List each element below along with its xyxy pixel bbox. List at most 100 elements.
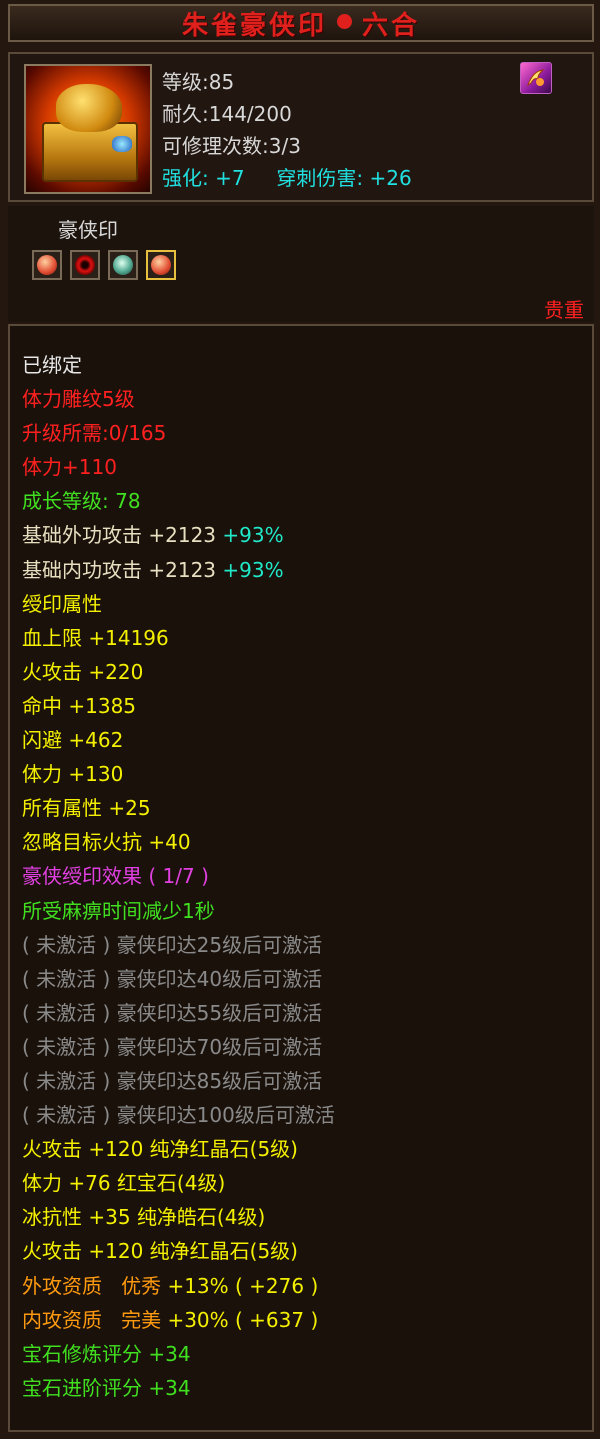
level-row: 等级:85 — [162, 66, 412, 98]
attr-value: +14196 — [88, 625, 169, 650]
int-quality-row: 内攻资质 完美 +30% ( +637 ) — [22, 1303, 335, 1337]
gem-attr-value: +120 — [88, 1137, 144, 1162]
ext-quality-pct: +13% — [167, 1273, 229, 1298]
base-ext-pct: +93% — [222, 523, 284, 548]
attr-label: 命中 — [22, 693, 62, 718]
int-quality-bonus: ( +637 ) — [235, 1307, 319, 1332]
red-swirl-icon[interactable] — [70, 250, 100, 280]
engrave-level: 体力雕纹5级 — [22, 387, 135, 412]
gem-attr-value: +35 — [88, 1205, 131, 1230]
enhance-value: +7 — [215, 166, 245, 190]
effect-inactive: ( 未激活 ) 豪侠印达100级后可激活 — [22, 1103, 335, 1128]
peach-orb-icon[interactable] — [32, 250, 62, 280]
base-ext-value: +2123 — [148, 523, 217, 548]
attr-label: 忽略目标火抗 — [22, 830, 142, 855]
gem-name: 纯净红晶石(5级) — [149, 1239, 298, 1264]
attr-label: 火攻击 — [22, 659, 82, 684]
seal-attr-title: 绶印属性 — [22, 591, 102, 616]
ext-quality-bonus: ( +276 ) — [235, 1273, 319, 1298]
int-quality-pct: +30% — [167, 1307, 229, 1332]
attr-value: +130 — [68, 762, 124, 787]
gem-name: 纯净红晶石(5级) — [149, 1137, 298, 1162]
ext-quality-row: 外攻资质 优秀 +13% ( +276 ) — [22, 1269, 335, 1303]
item-portrait — [24, 64, 152, 194]
effect-inactive: ( 未激活 ) 豪侠印达40级后可激活 — [22, 966, 323, 991]
attr-row: 体力 +130 — [22, 757, 335, 791]
effect-inactive: ( 未激活 ) 豪侠印达85级后可激活 — [22, 1068, 323, 1093]
seal-top-icon — [56, 84, 122, 132]
effect-title-label: 豪侠绶印效果 — [22, 864, 142, 889]
attr-row: 火攻击 +220 — [22, 655, 335, 689]
effect-inactive: ( 未激活 ) 豪侠印达70级后可激活 — [22, 1034, 323, 1059]
repair-label: 可修理次数 — [162, 134, 262, 158]
durability-row: 耐久:144/200 — [162, 98, 412, 130]
gem-advance-value: +34 — [148, 1375, 191, 1400]
gem-attr-value: +120 — [88, 1239, 144, 1264]
attr-label: 所有属性 — [22, 796, 102, 821]
durability-label: 耐久 — [162, 102, 202, 126]
item-suffix: 六合 — [362, 10, 421, 41]
attr-value: +25 — [108, 796, 151, 821]
gem-attr-label: 火攻击 — [22, 1239, 82, 1264]
int-quality-grade: 完美 — [121, 1307, 162, 1332]
attr-value: +1385 — [68, 693, 137, 718]
attr-row: 所有属性 +25 — [22, 791, 335, 825]
set-icons — [32, 250, 176, 280]
repair-row: 可修理次数:3/3 — [162, 130, 412, 162]
gem-name: 红宝石(4级) — [116, 1171, 226, 1196]
pierce-label: 穿刺伤害: — [276, 166, 364, 190]
gem-refine-value: +34 — [148, 1341, 191, 1366]
gem-row: 体力 +76 红宝石(4级) — [22, 1166, 335, 1200]
durability-value: :144/200 — [202, 102, 292, 126]
growth-value: 78 — [115, 489, 141, 514]
gem-attr-label: 体力 — [22, 1171, 62, 1196]
detail-lines: 已绑定 体力雕纹5级 升级所需:0/165 体力+110 成长等级: 78 基础… — [22, 348, 335, 1405]
level-label: 等级 — [162, 70, 202, 94]
engrave-stamina: 体力+110 — [22, 455, 117, 480]
attr-value: +220 — [88, 659, 144, 684]
item-details: 已绑定 体力雕纹5级 升级所需:0/165 体力+110 成长等级: 78 基础… — [8, 324, 594, 1432]
base-ext-attack: 基础外功攻击 +2123 +93% — [22, 518, 335, 552]
int-quality-label: 内攻资质 — [22, 1307, 102, 1332]
effect-inactive: ( 未激活 ) 豪侠印达25级后可激活 — [22, 932, 323, 957]
attr-label: 闪避 — [22, 728, 62, 753]
upgrade-requirement: 升级所需:0/165 — [22, 421, 167, 446]
rarity-label: 贵重 — [544, 298, 584, 322]
peach-orb-icon[interactable] — [146, 250, 176, 280]
base-int-pct: +93% — [222, 557, 284, 582]
ext-quality-label: 外攻资质 — [22, 1273, 102, 1298]
attr-row: 命中 +1385 — [22, 689, 335, 723]
effect-active: 所受麻痹时间减少1秒 — [22, 898, 215, 923]
base-int-value: +2123 — [148, 557, 217, 582]
item-tooltip: 朱雀豪侠印 六合 等级:85 耐久:144/200 可修理次数:3/3 强化: … — [0, 0, 600, 1439]
gem-attr-label: 火攻击 — [22, 1137, 82, 1162]
base-int-label: 基础内功攻击 — [22, 557, 142, 582]
set-name: 豪侠印 — [58, 218, 118, 242]
item-header: 等级:85 耐久:144/200 可修理次数:3/3 强化: +7 穿刺伤害: … — [8, 52, 594, 202]
base-ext-label: 基础外功攻击 — [22, 523, 142, 548]
attr-row: 忽略目标火抗 +40 — [22, 825, 335, 859]
base-int-attack: 基础内功攻击 +2123 +93% — [22, 553, 335, 587]
title-bar: 朱雀豪侠印 六合 — [8, 4, 594, 42]
enhance-label: 强化: — [162, 166, 209, 190]
bound-status: 已绑定 — [22, 353, 82, 377]
level-value: :85 — [202, 70, 235, 94]
gem-row: 冰抗性 +35 纯净皓石(4级) — [22, 1200, 335, 1234]
growth-level: 成长等级: 78 — [22, 484, 335, 518]
repair-value: :3/3 — [262, 134, 301, 158]
seal-gem-icon — [112, 136, 132, 152]
gem-advance-label: 宝石进阶评分 — [22, 1375, 142, 1400]
gem-attr-label: 冰抗性 — [22, 1205, 82, 1230]
enhance-row: 强化: +7 穿刺伤害: +26 — [162, 162, 412, 194]
effect-count: ( 1/7 ) — [148, 864, 209, 889]
attr-row: 闪避 +462 — [22, 723, 335, 757]
gem-row: 火攻击 +120 纯净红晶石(5级) — [22, 1234, 335, 1268]
attr-value: +462 — [68, 728, 124, 753]
attr-row: 血上限 +14196 — [22, 621, 335, 655]
gem-refine-score: 宝石修炼评分 +34 — [22, 1337, 335, 1371]
pierce-value: +26 — [369, 166, 412, 190]
teal-ornament-icon[interactable] — [108, 250, 138, 280]
item-base-stats: 等级:85 耐久:144/200 可修理次数:3/3 强化: +7 穿刺伤害: … — [162, 66, 412, 194]
attr-label: 体力 — [22, 762, 62, 787]
set-section: 豪侠印 贵重 — [8, 206, 594, 322]
